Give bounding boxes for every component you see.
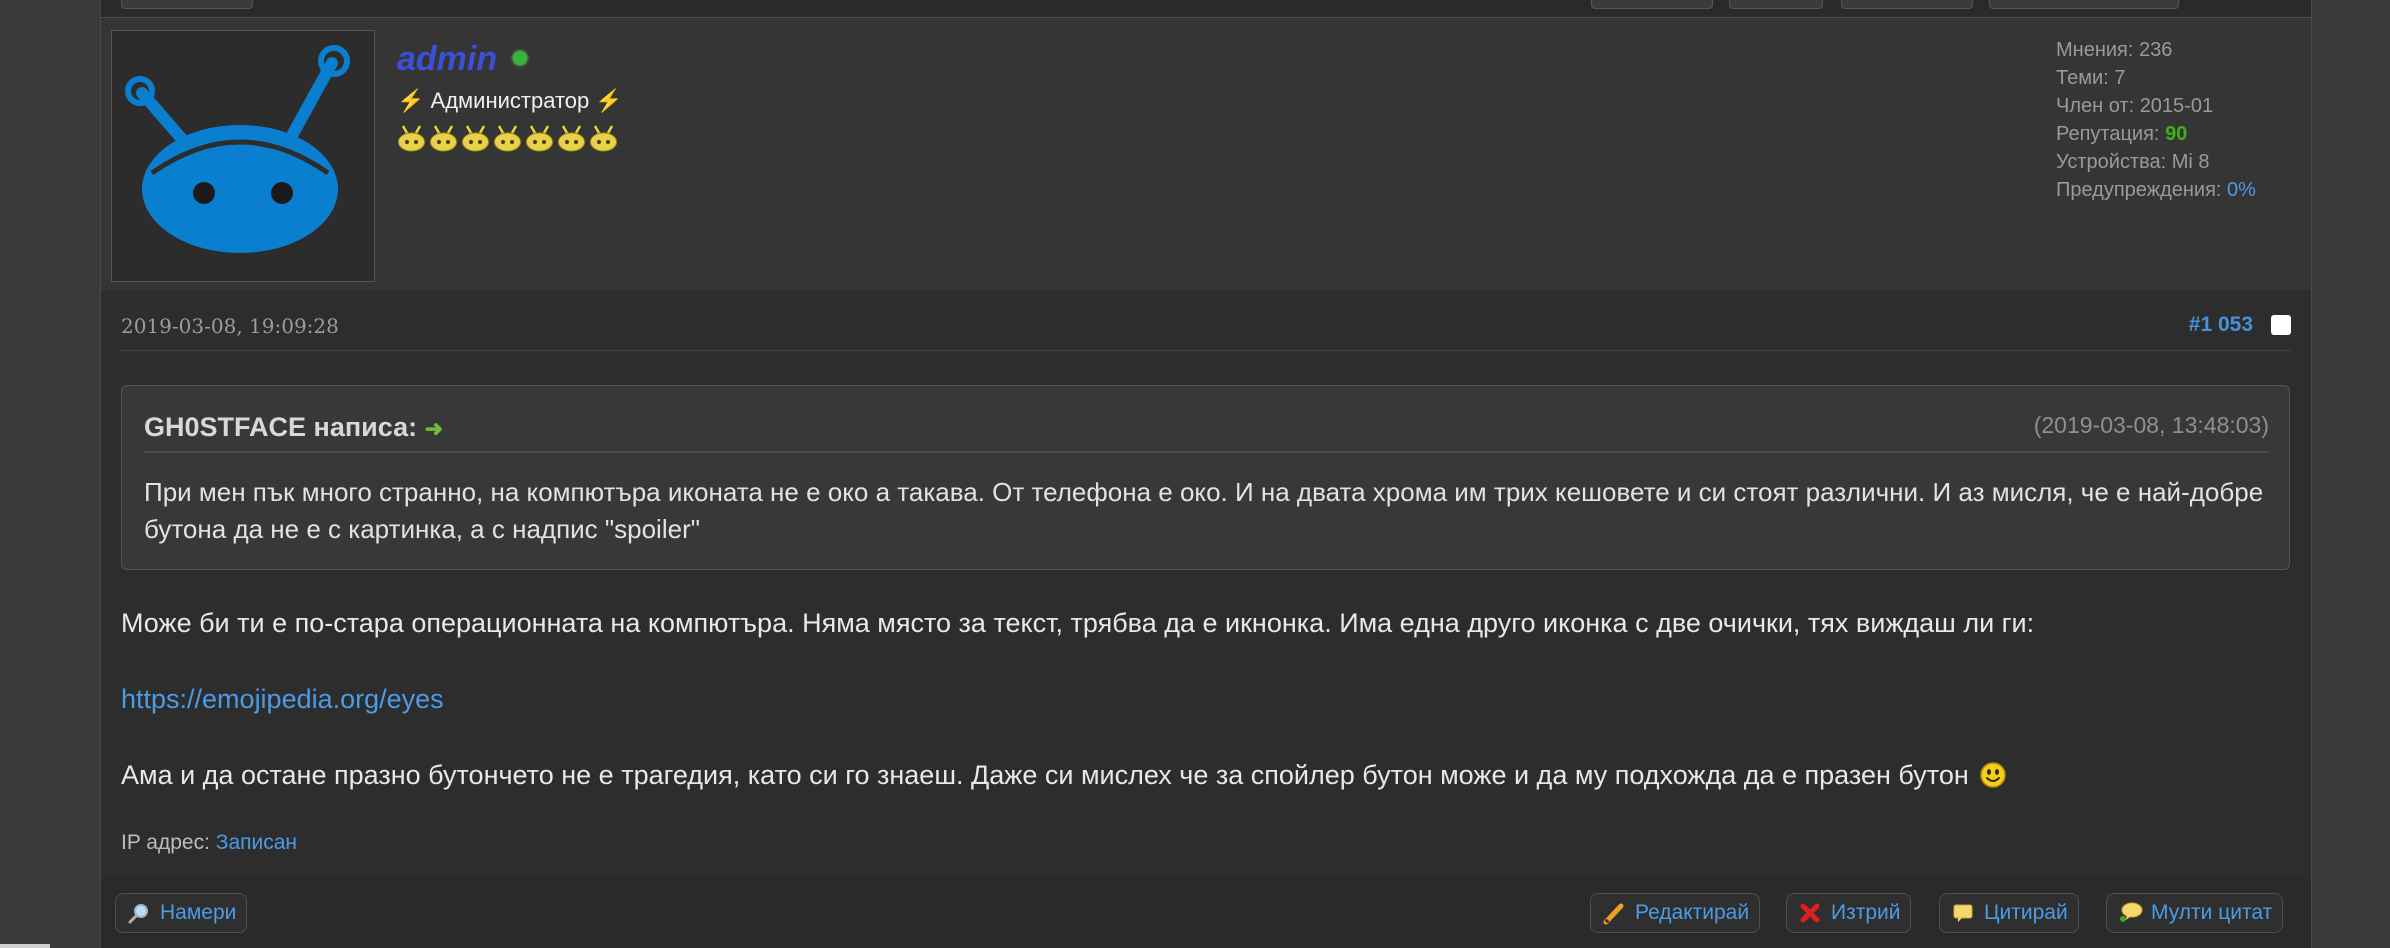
quote-divider — [144, 451, 2269, 453]
magnifier-icon — [126, 900, 152, 926]
star-icon — [429, 122, 458, 152]
multi-quote-icon — [2117, 900, 2143, 926]
quote-text: При мен пък много странно, на компютъра … — [144, 477, 2264, 544]
top-button-stub[interactable] — [1841, 0, 1973, 9]
multi-quote-button[interactable]: Мулти цитат — [2106, 893, 2284, 933]
edit-label: Редактирай — [1635, 901, 1750, 924]
top-button-stub[interactable] — [1591, 0, 1713, 9]
quote-icon — [1950, 900, 1976, 926]
username-row: admin — [397, 40, 528, 79]
author-panel: admin ⚡ Администратор ⚡ Мнения: 236 Теми… — [101, 18, 2311, 290]
lightning-icon: ⚡ — [397, 88, 425, 113]
smiley-icon — [1980, 762, 2007, 788]
stat-reputation: Репутация: 90 — [2056, 123, 2188, 145]
rank-stars — [397, 122, 621, 152]
quote-button[interactable]: Цитирай — [1939, 893, 2079, 933]
post-meta: 2019-03-08, 19:09:28 #1 053 — [121, 290, 2291, 351]
post-container: admin ⚡ Администратор ⚡ Мнения: 236 Теми… — [100, 0, 2312, 948]
ip-value-link[interactable]: Записан — [216, 831, 297, 854]
robot-avatar-icon — [125, 45, 350, 253]
find-button[interactable]: Намери — [115, 893, 248, 933]
user-role: ⚡ Администратор ⚡ — [397, 88, 623, 114]
post-paragraph-text: Ама и да остане празно бутончето не е тр… — [121, 760, 1969, 790]
quote-author[interactable]: GH0STFACE написа: ➜ — [144, 412, 443, 443]
stat-opinions: Мнения: 236 — [2056, 39, 2173, 61]
post-date: 2019-03-08, 19:09:28 — [121, 314, 339, 338]
post-number-link[interactable]: #1 053 — [2189, 313, 2253, 337]
window-edge — [0, 944, 50, 948]
pencil-icon — [1601, 900, 1627, 926]
warnings-link[interactable]: 0% — [2227, 179, 2256, 201]
ip-label: IP адрес: — [121, 831, 210, 854]
online-dot-icon — [513, 50, 528, 65]
post-paragraph: Може би ти е по-стара операционната на к… — [121, 608, 2035, 638]
stat-devices: Устройства: Mi 8 — [2056, 151, 2210, 173]
user-avatar[interactable] — [111, 30, 375, 282]
find-label: Намери — [160, 901, 237, 924]
delete-button[interactable]: Изтрий — [1786, 893, 1912, 933]
select-post-checkbox[interactable] — [2271, 315, 2291, 335]
lightning-icon: ⚡ — [595, 88, 623, 113]
star-icon — [525, 122, 554, 152]
star-icon — [493, 122, 522, 152]
x-icon — [1797, 900, 1823, 926]
delete-label: Изтрий — [1831, 901, 1901, 924]
top-button-stub[interactable] — [121, 0, 253, 9]
quote-time: (2019-03-08, 13:48:03) — [2033, 412, 2269, 438]
stat-warnings: Предупреждения: 0% — [2056, 179, 2256, 201]
multi-quote-label: Мулти цитат — [2151, 901, 2273, 924]
post-actions-bar: Намери Редактирай Изтрий Цитирай Мулти ц… — [101, 878, 2311, 948]
top-button-stub[interactable] — [1729, 0, 1823, 9]
ip-address: IP адрес: Записан — [121, 831, 297, 855]
star-icon — [397, 122, 426, 152]
edit-button[interactable]: Редактирай — [1590, 893, 1761, 933]
emojipedia-link[interactable]: https://emojipedia.org/eyes — [121, 684, 444, 714]
stat-topics: Теми: 7 — [2056, 67, 2126, 89]
username-link[interactable]: admin — [397, 40, 497, 79]
quote-block: GH0STFACE написа: ➜ (2019-03-08, 13:48:0… — [121, 385, 2290, 570]
post-link-line: https://emojipedia.org/eyes — [121, 684, 2301, 715]
quote-label: Цитирай — [1984, 901, 2068, 924]
star-icon — [589, 122, 618, 152]
star-icon — [461, 122, 490, 152]
user-stats: Мнения: 236 Теми: 7 Член от: 2015-01 Реп… — [2056, 36, 2256, 204]
star-icon — [557, 122, 586, 152]
top-toolbar-edge — [101, 0, 2311, 18]
stat-member-since: Член от: 2015-01 — [2056, 95, 2214, 117]
top-button-stub[interactable] — [1989, 0, 2179, 9]
post-paragraph: Ама и да остане празно бутончето не е тр… — [121, 760, 2301, 791]
arrow-icon[interactable]: ➜ — [425, 416, 443, 441]
role-label: Администратор — [430, 88, 590, 113]
quote-author-label: GH0STFACE написа: — [144, 412, 418, 442]
